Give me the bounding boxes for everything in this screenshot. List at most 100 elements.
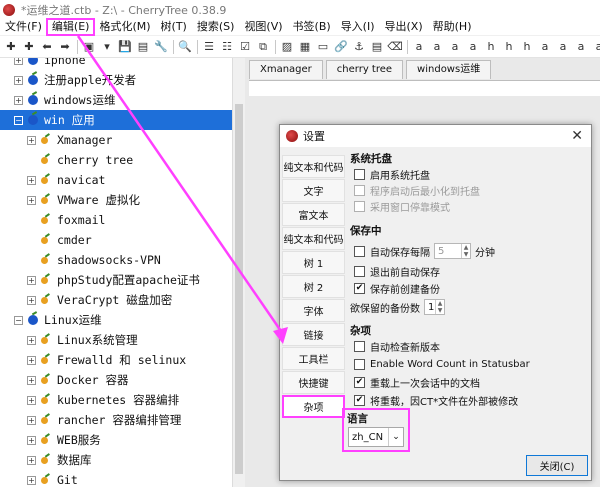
strikethrough-icon[interactable]: a: [466, 40, 480, 54]
check-version-checkbox[interactable]: 自动检查新版本: [354, 339, 440, 354]
open-icon[interactable]: ▣: [82, 40, 96, 54]
spinner-value[interactable]: 1: [425, 302, 435, 313]
tree-node[interactable]: + Docker 容器: [0, 370, 232, 390]
settings-category[interactable]: 树 2: [282, 275, 345, 298]
toc-icon[interactable]: ▤: [370, 40, 384, 54]
bulleted-list-icon[interactable]: ☰: [202, 40, 216, 54]
tree-node[interactable]: − Linux运维: [0, 310, 232, 330]
small-icon[interactable]: a: [538, 40, 552, 54]
settings-category[interactable]: 快捷键: [282, 371, 345, 394]
settings-category[interactable]: 文字: [282, 179, 345, 202]
todo-list-icon[interactable]: ☑: [238, 40, 252, 54]
settings-category[interactable]: 纯文本和代码: [282, 155, 345, 178]
node-tab[interactable]: cherry tree: [325, 60, 404, 79]
h2-icon[interactable]: h: [502, 40, 516, 54]
superscript-icon[interactable]: a: [556, 40, 570, 54]
checkbox-box[interactable]: [354, 358, 365, 370]
bold-icon[interactable]: a: [412, 40, 426, 54]
settings-category[interactable]: 链接: [282, 323, 345, 346]
h3-icon[interactable]: h: [520, 40, 534, 54]
checkbox-box[interactable]: [354, 340, 365, 352]
chevron-down-icon[interactable]: ⌄: [388, 428, 403, 446]
expander-icon[interactable]: +: [27, 295, 36, 305]
enable-tray-checkbox[interactable]: 启用系统托盘: [354, 167, 430, 182]
menu-item[interactable]: 文件(F): [0, 19, 47, 35]
expander-icon[interactable]: +: [27, 335, 36, 345]
menu-item[interactable]: 树(T): [156, 19, 192, 35]
close-button[interactable]: 关闭(C): [526, 455, 588, 476]
tree-node[interactable]: + WEB服务: [0, 430, 232, 450]
expander-icon[interactable]: +: [27, 195, 36, 205]
menu-item[interactable]: 导出(X): [380, 19, 428, 35]
tree-node[interactable]: − win 应用: [0, 110, 232, 130]
backup-before-save-checkbox[interactable]: ✔ 保存前创建备份: [354, 281, 440, 296]
autosave-minutes-spinner[interactable]: 5 ▲ ▼: [434, 243, 471, 259]
reload-last-doc-checkbox[interactable]: ✔ 重载上一次会话中的文档: [354, 375, 480, 390]
tree-node[interactable]: + rancher 容器编排管理: [0, 410, 232, 430]
menu-item[interactable]: 视图(V): [239, 19, 287, 35]
italic-icon[interactable]: a: [430, 40, 444, 54]
add-subnode-icon[interactable]: ✚: [22, 40, 36, 54]
expander-icon[interactable]: +: [27, 395, 36, 405]
menu-item[interactable]: 导入(I): [336, 19, 380, 35]
expander-icon[interactable]: +: [14, 95, 23, 105]
node-tab[interactable]: windows运维: [406, 60, 492, 79]
search-icon[interactable]: 🔍: [178, 40, 192, 54]
settings-category[interactable]: 字体: [282, 299, 345, 322]
node-tree[interactable]: + iphone + 注册apple开发者 + windows运维 − win 应用 + Xman…: [0, 58, 232, 487]
export-pdf-icon[interactable]: ▤: [136, 40, 150, 54]
tree-node[interactable]: + 注册apple开发者: [0, 70, 232, 90]
tree-node[interactable]: + Xmanager: [0, 130, 232, 150]
menu-item[interactable]: 搜索(S): [192, 19, 240, 35]
checkbox-box[interactable]: [354, 245, 365, 257]
tree-node[interactable]: shadowsocks-VPN: [0, 250, 232, 270]
checkbox-box[interactable]: [354, 184, 365, 196]
word-count-checkbox[interactable]: Enable Word Count in Statusbar: [354, 357, 530, 371]
monospace-icon[interactable]: a: [592, 40, 600, 54]
expander-icon[interactable]: +: [14, 58, 23, 65]
start-minimized-checkbox[interactable]: 程序启动后最小化到托盘: [354, 183, 480, 198]
anchor-icon[interactable]: ⚓: [352, 40, 366, 54]
expander-icon[interactable]: +: [27, 435, 36, 445]
h1-icon[interactable]: h: [484, 40, 498, 54]
menu-item[interactable]: 帮助(H): [428, 19, 477, 35]
menu-item[interactable]: 书签(B): [288, 19, 336, 35]
tree-node[interactable]: + navicat: [0, 170, 232, 190]
expander-icon[interactable]: +: [27, 415, 36, 425]
checkbox-box[interactable]: ✔: [354, 282, 365, 294]
expander-icon[interactable]: +: [27, 455, 36, 465]
tree-scrollbar[interactable]: [232, 58, 245, 487]
checkbox-box[interactable]: ✔: [354, 376, 365, 388]
tree-node[interactable]: foxmail: [0, 210, 232, 230]
copy-icon[interactable]: ⧉: [256, 40, 270, 54]
tree-node[interactable]: + kubernetes 容器编排: [0, 390, 232, 410]
expander-icon[interactable]: +: [27, 275, 36, 285]
reload-on-modify-checkbox[interactable]: ✔ 将重载，因CT*文件在外部被修改: [354, 393, 518, 408]
expander-icon[interactable]: −: [14, 315, 23, 325]
expander-icon[interactable]: +: [27, 135, 36, 145]
tree-node[interactable]: + Git: [0, 470, 232, 487]
settings-category[interactable]: 富文本: [282, 203, 345, 226]
num-backups-spinner[interactable]: 1 ▲ ▼: [424, 299, 445, 315]
tree-node[interactable]: + VMware 虚拟化: [0, 190, 232, 210]
tree-node[interactable]: + 数据库: [0, 450, 232, 470]
tree-node[interactable]: + Frewalld 和 selinux: [0, 350, 232, 370]
checkbox-box[interactable]: [354, 168, 365, 180]
checkbox-box[interactable]: [354, 265, 365, 277]
spinner-value[interactable]: 5: [435, 246, 461, 257]
checkbox-box[interactable]: [354, 200, 365, 212]
tree-node[interactable]: + Linux系统管理: [0, 330, 232, 350]
redo-icon[interactable]: ➡: [58, 40, 72, 54]
image-icon[interactable]: ▨: [280, 40, 294, 54]
close-icon[interactable]: ✕: [571, 128, 583, 144]
underline-icon[interactable]: a: [448, 40, 462, 54]
editor-surface[interactable]: [249, 80, 600, 96]
checkbox-box[interactable]: ✔: [354, 394, 365, 406]
tree-node[interactable]: + windows运维: [0, 90, 232, 110]
clear-format-icon[interactable]: ⌫: [387, 40, 403, 54]
language-select[interactable]: zh_CN ⌄: [348, 427, 404, 447]
expander-icon[interactable]: −: [14, 115, 23, 125]
expander-icon[interactable]: +: [27, 175, 36, 185]
numbered-list-icon[interactable]: ☷: [220, 40, 234, 54]
settings-category[interactable]: 纯文本和代码: [282, 227, 345, 250]
